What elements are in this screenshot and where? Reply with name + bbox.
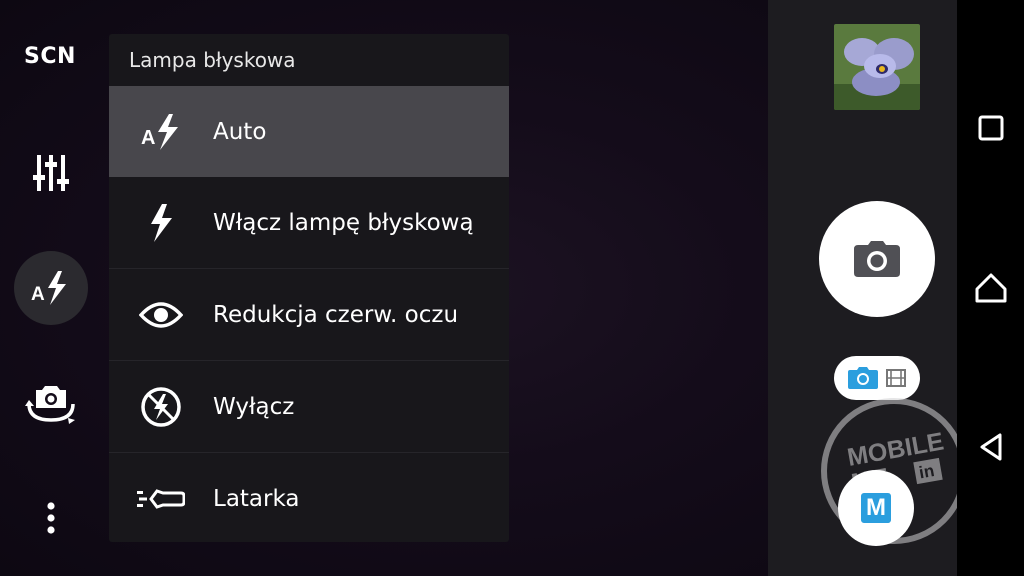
right-control-panel: MOBILE ME in M xyxy=(768,0,967,576)
flash-option-label: Latarka xyxy=(213,485,300,512)
flash-option-label: Redukcja czerw. oczu xyxy=(213,301,459,328)
red-eye-icon xyxy=(139,301,183,328)
scene-mode-button[interactable]: SCN xyxy=(0,44,100,69)
recents-button[interactable] xyxy=(971,108,1011,148)
torch-icon xyxy=(137,488,185,509)
more-options-button[interactable] xyxy=(14,481,88,555)
sliders-icon xyxy=(33,155,69,191)
back-icon xyxy=(980,433,1002,461)
camera-icon xyxy=(854,241,900,277)
shutter-button[interactable] xyxy=(819,201,935,317)
flash-on-icon xyxy=(151,203,172,242)
recents-square-icon xyxy=(978,115,1004,141)
back-button[interactable] xyxy=(971,427,1011,467)
photo-thumbnail-image xyxy=(834,24,920,110)
system-navigation-bar xyxy=(957,0,1024,576)
flash-button[interactable]: A xyxy=(14,251,88,325)
flash-off-icon xyxy=(141,386,181,427)
flash-option-off[interactable]: Wyłącz xyxy=(109,360,509,452)
flash-menu-title: Lampa błyskowa xyxy=(129,48,296,72)
flash-menu: Lampa błyskowa A Auto Włącz lampę błysko… xyxy=(109,34,509,542)
flash-option-label: Wyłącz xyxy=(213,393,295,420)
flash-option-red-eye[interactable]: Redukcja czerw. oczu xyxy=(109,268,509,360)
flash-auto-icon: A xyxy=(31,271,66,305)
left-control-rail: SCN A xyxy=(0,0,100,576)
home-button[interactable] xyxy=(971,268,1011,308)
flash-option-torch[interactable]: Latarka xyxy=(109,452,509,542)
flash-option-on[interactable]: Włącz lampę błyskową xyxy=(109,177,509,268)
settings-button[interactable] xyxy=(14,136,88,210)
flash-auto-icon: A xyxy=(141,113,178,150)
flash-option-label: Auto xyxy=(213,118,267,145)
svg-text:A: A xyxy=(31,284,45,305)
svg-text:A: A xyxy=(141,127,155,149)
manual-mode-button[interactable]: M xyxy=(838,470,914,546)
manual-mode-label: M xyxy=(861,493,891,523)
home-icon xyxy=(975,273,1007,303)
switch-camera-button[interactable] xyxy=(14,367,88,441)
photo-mode-icon[interactable] xyxy=(848,367,878,389)
camera-switch-icon xyxy=(25,386,75,424)
video-mode-icon[interactable] xyxy=(886,369,906,387)
last-photo-thumbnail[interactable] xyxy=(834,24,920,110)
flash-option-label: Włącz lampę błyskową xyxy=(213,209,474,236)
more-vertical-icon xyxy=(47,502,55,534)
photo-video-toggle[interactable] xyxy=(834,356,920,400)
flash-option-auto[interactable]: A Auto xyxy=(109,86,509,177)
